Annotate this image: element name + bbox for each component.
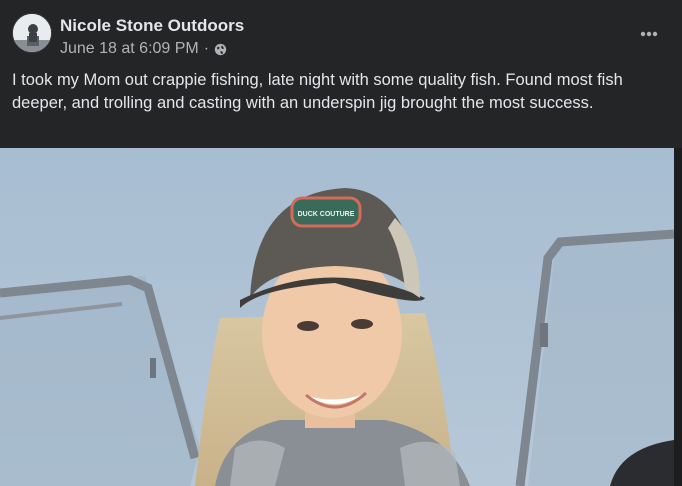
- globe-icon[interactable]: [214, 43, 227, 56]
- author-name[interactable]: Nicole Stone Outdoors: [60, 16, 244, 36]
- meta-separator: ·: [203, 40, 210, 57]
- more-options-button[interactable]: [634, 24, 664, 44]
- post-photo[interactable]: DUCK COUTURE: [0, 148, 674, 486]
- post-meta: June 18 at 6:09 PM ·: [60, 40, 227, 58]
- post-text: I took my Mom out crappie fishing, late …: [12, 71, 623, 112]
- more-options-icon: [640, 31, 658, 37]
- author-avatar[interactable]: [12, 13, 52, 53]
- scroll-gutter: [674, 148, 682, 486]
- avatar-image: [13, 14, 51, 52]
- post-header: Nicole Stone Outdoors June 18 at 6:09 PM…: [0, 0, 682, 66]
- photo-image: DUCK COUTURE: [0, 148, 674, 486]
- hat-patch-text: DUCK COUTURE: [298, 211, 355, 218]
- post-timestamp[interactable]: June 18 at 6:09 PM: [60, 40, 199, 58]
